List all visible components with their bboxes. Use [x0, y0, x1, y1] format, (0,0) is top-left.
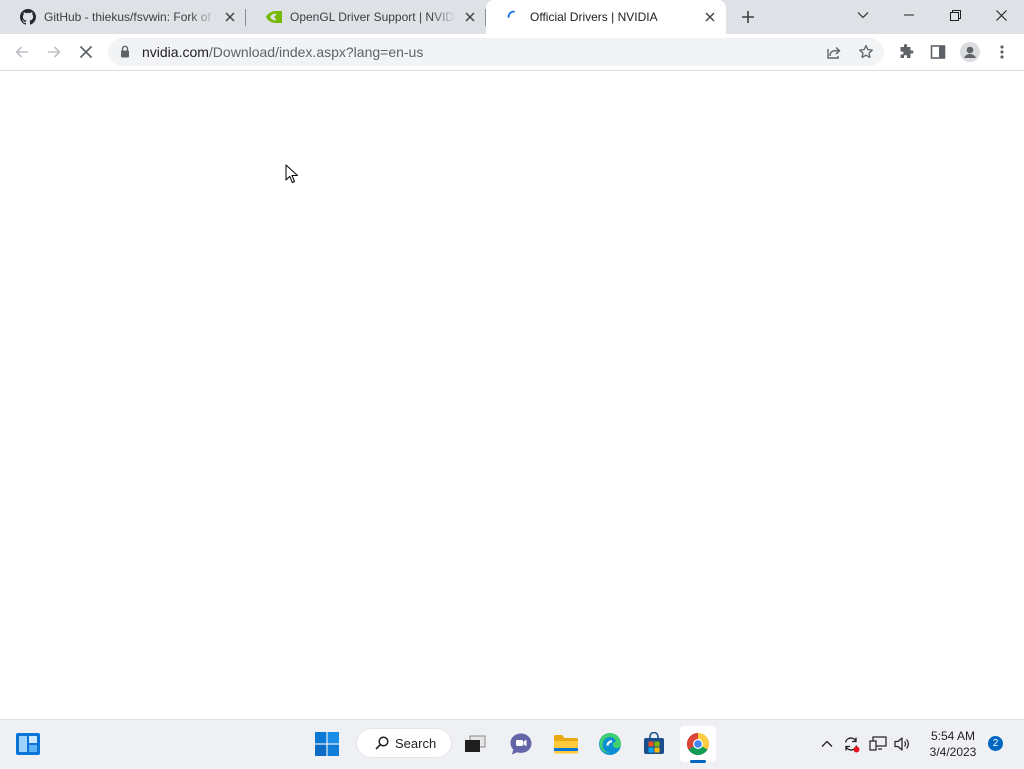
file-explorer-button[interactable] — [548, 726, 584, 762]
url-host: nvidia.com — [142, 44, 209, 60]
profile-button[interactable] — [956, 38, 984, 66]
tab-search-button[interactable] — [840, 0, 886, 30]
tab-strip: GitHub - thiekus/fsvwin: Fork of fsvwin … — [0, 0, 1024, 34]
folder-icon — [554, 735, 578, 754]
restore-button[interactable] — [932, 0, 978, 30]
taskbar-search-box[interactable]: Search — [356, 728, 452, 758]
chrome-icon — [687, 733, 709, 755]
side-panel-button[interactable] — [924, 38, 952, 66]
address-bar[interactable]: nvidia.com/Download/index.aspx?lang=en-u… — [108, 38, 884, 66]
new-tab-button[interactable] — [736, 5, 760, 29]
search-icon — [375, 736, 389, 750]
avatar-icon — [960, 42, 980, 62]
nvidia-icon — [266, 9, 282, 25]
volume-icon — [894, 737, 909, 751]
close-icon — [995, 9, 1007, 21]
close-tab-icon[interactable] — [702, 9, 718, 25]
task-view-icon — [465, 735, 486, 752]
tab-github[interactable]: GitHub - thiekus/fsvwin: Fork of fsvwin — [0, 0, 246, 34]
tab-title: OpenGL Driver Support | NVIDIA — [290, 10, 456, 24]
forward-button[interactable] — [40, 38, 68, 66]
back-button[interactable] — [8, 38, 36, 66]
chevron-up-icon — [821, 740, 833, 747]
search-label: Search — [395, 735, 437, 751]
share-button[interactable] — [822, 40, 846, 64]
minimize-button[interactable] — [886, 0, 932, 30]
puzzle-icon — [900, 44, 914, 58]
more-vert-icon — [1000, 45, 1004, 59]
taskbar: Search 5:54 AM 3/4/2023 2 — [0, 719, 1024, 769]
mouse-pointer-icon — [285, 164, 298, 183]
network-button[interactable] — [867, 732, 889, 756]
chrome-button[interactable] — [680, 726, 716, 762]
close-tab-icon[interactable] — [462, 9, 478, 25]
plus-icon — [742, 11, 754, 23]
stop-loading-button[interactable] — [72, 38, 100, 66]
menu-button[interactable] — [988, 38, 1016, 66]
sync-status-button[interactable] — [840, 732, 862, 756]
lock-icon[interactable] — [120, 45, 130, 63]
system-clock[interactable]: 5:54 AM 3/4/2023 — [922, 728, 984, 760]
start-button[interactable] — [309, 726, 345, 762]
chevron-down-icon — [857, 12, 869, 19]
url-text[interactable]: nvidia.com/Download/index.aspx?lang=en-u… — [142, 44, 423, 60]
bookmark-button[interactable] — [854, 40, 878, 64]
widgets-icon — [16, 733, 40, 755]
clock-time: 5:54 AM — [930, 729, 976, 743]
star-icon — [859, 44, 873, 59]
task-view-button[interactable] — [457, 726, 493, 762]
side-panel-icon — [930, 45, 946, 59]
share-icon — [827, 46, 841, 59]
restore-icon — [949, 9, 961, 21]
network-icon — [869, 736, 887, 751]
arrow-left-icon — [15, 46, 28, 58]
page-content — [0, 71, 1024, 719]
volume-button[interactable] — [892, 732, 914, 756]
store-icon — [644, 732, 664, 754]
url-path: /Download/index.aspx?lang=en-us — [208, 44, 424, 60]
clock-date: 3/4/2023 — [929, 745, 977, 759]
teams-chat-icon — [510, 733, 532, 755]
close-tab-icon[interactable] — [222, 9, 238, 25]
tab-official-drivers[interactable]: Official Drivers | NVIDIA — [486, 0, 726, 34]
tab-title: Official Drivers | NVIDIA — [530, 10, 658, 24]
notification-badge[interactable]: 2 — [988, 736, 1003, 751]
chat-button[interactable] — [503, 726, 539, 762]
github-icon — [20, 9, 36, 25]
arrow-right-icon — [48, 46, 61, 58]
active-app-indicator — [690, 760, 706, 763]
edge-button[interactable] — [592, 726, 628, 762]
show-hidden-icons-button[interactable] — [816, 732, 838, 756]
close-icon — [79, 45, 93, 59]
sync-icon — [844, 737, 860, 753]
edge-icon — [599, 733, 621, 755]
widgets-button[interactable] — [10, 726, 46, 762]
minimize-icon — [904, 14, 914, 16]
tab-title: GitHub - thiekus/fsvwin: Fork of fsvwin — [44, 10, 216, 24]
windows-logo-icon — [315, 732, 339, 756]
tab-opengl-driver-support[interactable]: OpenGL Driver Support | NVIDIA — [246, 0, 486, 34]
extensions-button[interactable] — [892, 38, 920, 66]
close-window-button[interactable] — [978, 0, 1024, 30]
loading-spinner-icon — [506, 9, 522, 25]
store-button[interactable] — [636, 726, 672, 762]
